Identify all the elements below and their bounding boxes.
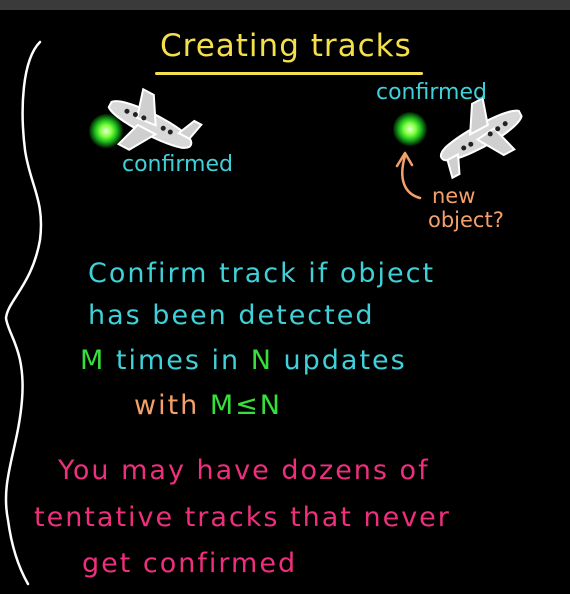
with-m: M bbox=[209, 390, 236, 421]
confirm-rule-line1: Confirm track if object bbox=[88, 258, 436, 289]
m-variable: M bbox=[80, 345, 106, 376]
with-n: N bbox=[259, 390, 282, 421]
dozens-line2: tentative tracks that never bbox=[34, 502, 451, 533]
times-text-2: updates bbox=[272, 345, 407, 376]
dozens-line1: You may have dozens of bbox=[58, 455, 430, 486]
new-object-line1: new bbox=[432, 184, 476, 208]
n-variable: N bbox=[250, 345, 273, 376]
new-object-line2: object? bbox=[428, 208, 504, 232]
confirm-rule-line3: M times in N updates bbox=[80, 345, 407, 376]
with-text: with bbox=[134, 390, 210, 421]
new-object-label: new object? bbox=[428, 184, 504, 232]
with-le: ≤ bbox=[235, 390, 260, 421]
confirm-rule-line2: has been detected bbox=[88, 300, 375, 331]
slide-canvas: Creating tracks confirmed confirmed new … bbox=[0, 0, 570, 594]
confirm-rule-line4: with M≤N bbox=[134, 390, 282, 421]
dozens-line3: get confirmed bbox=[82, 548, 298, 579]
times-text-1: times in bbox=[105, 345, 251, 376]
